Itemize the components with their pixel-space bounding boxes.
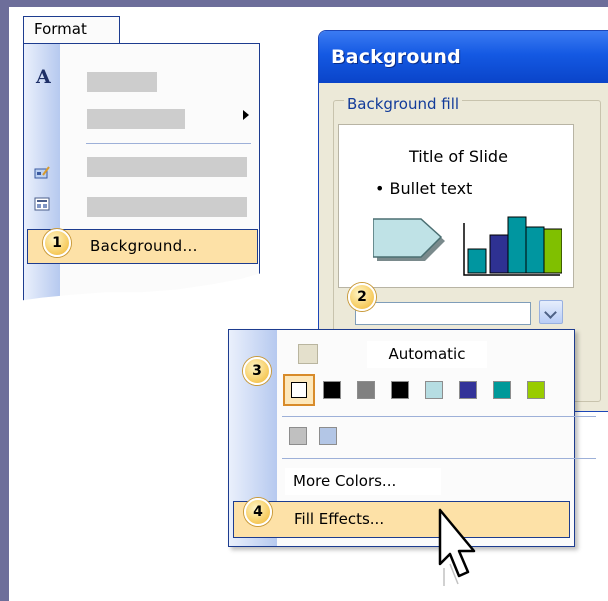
step-3-badge: 3 <box>243 357 271 385</box>
slide-layout-icon <box>34 197 50 211</box>
automatic-option[interactable]: Automatic <box>367 341 487 368</box>
color-swatch[interactable] <box>459 381 477 399</box>
menu-item-placeholder[interactable] <box>87 197 247 217</box>
background-fill-group-label: Background fill <box>344 95 463 113</box>
color-swatch[interactable] <box>493 381 511 399</box>
color-swatch[interactable] <box>357 381 375 399</box>
recent-color-swatch[interactable] <box>319 427 337 445</box>
font-icon: A <box>36 66 51 88</box>
step-4-badge: 4 <box>244 498 272 526</box>
color-swatch[interactable] <box>527 381 545 399</box>
menu-separator <box>282 458 596 459</box>
menu-item-placeholder[interactable] <box>87 109 185 129</box>
step-2-badge: 2 <box>348 283 376 311</box>
preview-chart-bar <box>525 226 545 274</box>
preview-chart-bar <box>489 234 509 274</box>
step-1-badge: 1 <box>43 229 71 257</box>
preview-arrow-shape <box>373 218 445 261</box>
menu-item-placeholder[interactable] <box>87 72 157 92</box>
fill-effects-option[interactable]: Fill Effects... <box>233 501 570 538</box>
color-swatch[interactable] <box>425 381 443 399</box>
menu-item-placeholder[interactable] <box>87 157 247 177</box>
color-swatch[interactable] <box>323 381 341 399</box>
preview-chart-bar <box>467 248 487 274</box>
fill-effects-label: Fill Effects... <box>294 510 385 528</box>
preview-chart <box>463 216 562 276</box>
background-item-label: Background... <box>90 237 198 255</box>
recent-color-swatch[interactable] <box>289 427 307 445</box>
preview-bullet-text: • Bullet text <box>375 179 473 198</box>
dialog-title-bar[interactable]: Background <box>319 31 608 83</box>
selected-color-swatch[interactable] <box>283 374 315 406</box>
format-menu-panel: A <box>23 43 260 301</box>
fill-color-combo[interactable] <box>355 302 531 325</box>
combo-dropdown-button[interactable] <box>539 300 563 324</box>
menu-separator <box>282 416 596 417</box>
color-swatch[interactable] <box>391 381 409 399</box>
menu-separator <box>86 143 251 144</box>
white-color-swatch[interactable] <box>291 382 307 398</box>
menu-format[interactable]: Format <box>23 16 120 44</box>
mouse-pointer-icon <box>438 508 476 586</box>
submenu-arrow-icon <box>243 110 249 120</box>
edit-color-scheme-icon <box>34 166 50 179</box>
dialog-title: Background <box>331 46 461 68</box>
more-colors-option[interactable]: More Colors... <box>285 468 441 495</box>
preview-slide-title: Title of Slide <box>409 147 508 166</box>
menu-format-label: Format <box>34 20 87 38</box>
automatic-color-swatch[interactable] <box>298 344 318 364</box>
preview-chart-bar <box>507 216 527 274</box>
preview-chart-bar <box>543 228 562 274</box>
